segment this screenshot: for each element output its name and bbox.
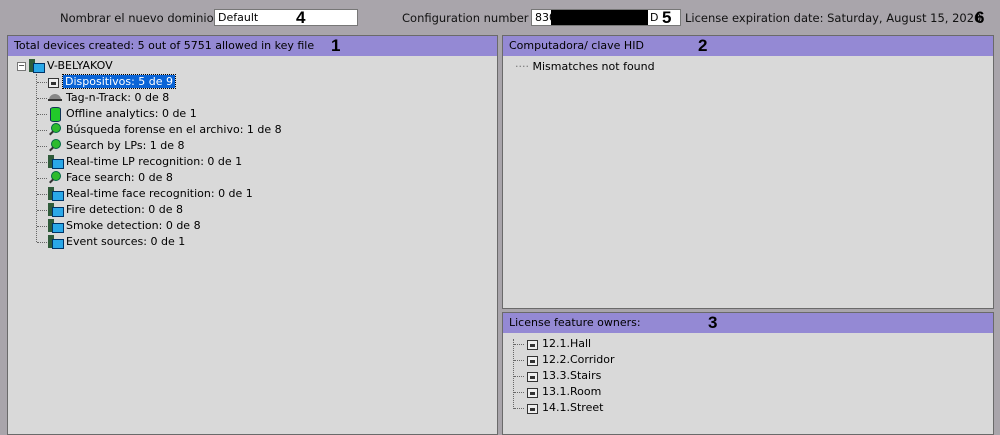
hid-message: ···· Mismatches not found [515, 60, 655, 73]
tree-item[interactable]: Tag-n-Track: 0 de 8 [48, 90, 169, 106]
tree-item[interactable]: Face search: 0 de 8 [48, 170, 173, 186]
database-icon [48, 107, 66, 122]
collapse-toggle[interactable]: − [17, 62, 26, 71]
tree-item-label: Tag-n-Track: 0 de 8 [66, 91, 170, 104]
expiration-date: License expiration date: Saturday, Augus… [685, 11, 982, 25]
callout-5: 5 [662, 8, 672, 27]
owner-label: 13.3.Stairs [542, 369, 602, 382]
owner-item[interactable]: 14.1.Street [527, 400, 603, 416]
tree-item[interactable]: Search by LPs: 1 de 8 [48, 138, 185, 154]
computer-icon [29, 59, 45, 73]
hid-header: Computadora/ clave HID 2 [503, 36, 993, 56]
tree-item[interactable]: Real-time LP recognition: 0 de 1 [48, 154, 242, 170]
computer-icon [48, 203, 66, 217]
tree-item-label: Real-time LP recognition: 0 de 1 [66, 155, 243, 168]
tree-item-label: Face search: 0 de 8 [66, 171, 173, 184]
callout-6: 6 [975, 8, 985, 27]
tree-item-label: Real-time face recognition: 0 de 1 [66, 187, 253, 200]
tree-item[interactable]: Real-time face recognition: 0 de 1 [48, 186, 253, 202]
camera-icon [527, 385, 542, 398]
callout-3: 3 [708, 313, 718, 332]
owner-label: 13.1.Room [542, 385, 602, 398]
callout-1: 1 [331, 36, 341, 55]
search-icon [48, 123, 66, 136]
tree-item[interactable]: Fire detection: 0 de 8 [48, 202, 183, 218]
tree-item-label: Smoke detection: 0 de 8 [66, 219, 201, 232]
devices-header: Total devices created: 5 out of 5751 all… [8, 36, 497, 56]
tree-item-label: Event sources: 0 de 1 [66, 235, 186, 248]
camera-icon [527, 369, 542, 382]
dome-camera-icon [48, 91, 66, 104]
tree-item-label: Dispositivos: 5 de 9 [61, 74, 177, 89]
camera-icon [527, 401, 542, 414]
owners-panel: License feature owners: 3 12.1.Hall 12.2.C… [502, 312, 994, 435]
tree-item[interactable]: Event sources: 0 de 1 [48, 234, 185, 250]
owner-item[interactable]: 13.3.Stairs [527, 368, 601, 384]
camera-icon [527, 353, 542, 366]
tree-root[interactable]: V-BELYAKOV [29, 58, 113, 74]
callout-4: 4 [296, 8, 306, 27]
config-suffix: D [650, 11, 659, 24]
tree-item[interactable]: Offline analytics: 0 de 1 [48, 106, 197, 122]
tree-item-label: Búsqueda forense en el archivo: 1 de 8 [66, 123, 282, 136]
domain-label: Nombrar el nuevo dominio [60, 11, 214, 25]
tree-item-label: Fire detection: 0 de 8 [66, 203, 184, 216]
devices-header-text: Total devices created: 5 out of 5751 all… [14, 39, 315, 52]
owners-header-text: License feature owners: [509, 316, 641, 329]
tree-item-label: Offline analytics: 0 de 1 [66, 107, 197, 120]
redaction [551, 10, 648, 25]
owner-label: 12.1.Hall [542, 337, 592, 350]
tree-item[interactable]: Smoke detection: 0 de 8 [48, 218, 201, 234]
computer-icon [48, 219, 66, 233]
owner-item[interactable]: 12.1.Hall [527, 336, 591, 352]
hid-panel: Computadora/ clave HID 2 ···· Mismatches … [502, 35, 994, 309]
hid-header-text: Computadora/ clave HID [509, 39, 644, 52]
computer-icon [48, 235, 66, 249]
devices-panel: Total devices created: 5 out of 5751 all… [7, 35, 498, 435]
camera-icon [48, 75, 63, 88]
camera-icon [527, 337, 542, 350]
search-icon [48, 139, 66, 152]
tree-item[interactable]: Búsqueda forense en el archivo: 1 de 8 [48, 122, 282, 138]
hid-message-text: Mismatches not found [532, 60, 655, 73]
callout-2: 2 [698, 36, 708, 55]
tree-item[interactable]: Dispositivos: 5 de 9 [48, 74, 177, 90]
computer-icon [48, 155, 66, 169]
search-icon [48, 171, 66, 184]
root-label: V-BELYAKOV [47, 59, 113, 72]
owners-header: License feature owners: 3 [503, 313, 993, 333]
computer-icon [48, 187, 66, 201]
tree-item-label: Search by LPs: 1 de 8 [66, 139, 185, 152]
domain-input[interactable]: Default [214, 9, 358, 26]
config-label: Configuration number [402, 11, 529, 25]
owner-label: 12.2.Corridor [542, 353, 615, 366]
owner-item[interactable]: 12.2.Corridor [527, 352, 615, 368]
config-input[interactable]: 830 D [531, 9, 681, 26]
owner-label: 14.1.Street [542, 401, 604, 414]
owner-item[interactable]: 13.1.Room [527, 384, 601, 400]
